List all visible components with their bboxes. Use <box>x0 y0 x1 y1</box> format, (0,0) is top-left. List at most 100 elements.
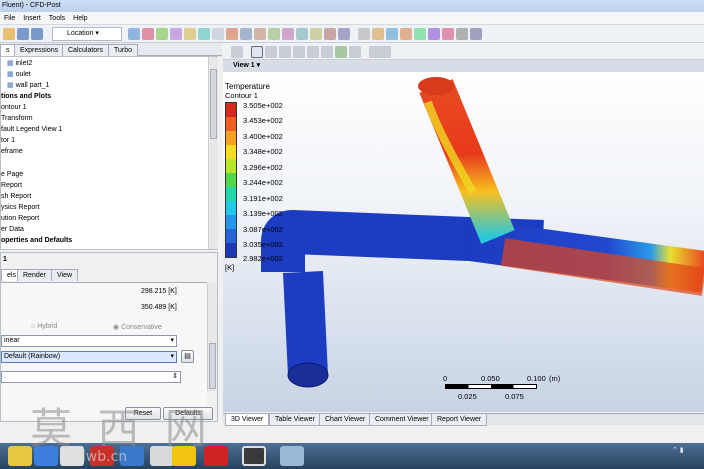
details-scrollbar[interactable] <box>207 283 217 391</box>
legend-label: 3.244e+002 <box>243 178 283 187</box>
cfd-post-icon[interactable] <box>242 446 266 466</box>
tab-3d-viewer[interactable]: 3D Viewer <box>225 414 270 426</box>
redo-icon[interactable] <box>31 28 43 40</box>
tree-item-physics-report[interactable]: ysics Report <box>1 202 40 213</box>
tree-item-report[interactable]: Report <box>1 180 22 191</box>
legend-unit: [K] <box>225 263 235 272</box>
tree-item-wall-part[interactable]: ▦ wall part_1 <box>7 80 49 91</box>
location-button[interactable]: Location ▾ <box>52 27 122 41</box>
legend-label: 2.982e+002 <box>243 254 283 263</box>
vector-icon[interactable] <box>128 28 140 40</box>
details-scroll-thumb[interactable] <box>209 343 216 389</box>
tray-icons[interactable]: ⌃ ▮ <box>672 446 700 466</box>
coordinate-frame-icon[interactable] <box>240 28 252 40</box>
figure-icon[interactable] <box>338 28 350 40</box>
tree-item-contour[interactable]: ontour 1 <box>1 102 27 113</box>
quick-editor-icon[interactable] <box>386 28 398 40</box>
particle-track-icon[interactable] <box>170 28 182 40</box>
function-calculator-icon[interactable] <box>414 28 426 40</box>
contour-icon[interactable] <box>142 28 154 40</box>
probe-view-icon[interactable] <box>321 46 333 58</box>
location-label: Location <box>67 30 94 37</box>
menu-insert[interactable]: Insert <box>19 12 45 25</box>
tab-view[interactable]: View <box>51 269 79 281</box>
tab-expressions[interactable]: Expressions <box>14 44 65 56</box>
tree-item-inlet2[interactable]: ▦ inlet2 <box>7 58 32 69</box>
chevron-down-icon: ▾ <box>170 337 174 344</box>
pan-icon[interactable] <box>265 46 277 58</box>
fit-view-icon[interactable] <box>335 46 347 58</box>
tree-item-wireframe[interactable]: eframe <box>1 146 23 157</box>
tree-item-outlet[interactable]: ▦ oulet <box>7 69 31 80</box>
tree-item-vector[interactable]: tor 1 <box>1 135 15 146</box>
tab-calculators[interactable]: Calculators <box>62 44 110 56</box>
tree-item-solution-report[interactable]: ution Report <box>1 213 39 224</box>
eye-icon[interactable] <box>280 446 304 466</box>
3d-viewport[interactable]: Temperature Contour 1 3.505e+002 3.453e+… <box>223 72 704 412</box>
view-title-bar[interactable]: View 1 ▾ <box>223 60 704 72</box>
scale-unit: (m) <box>549 374 561 383</box>
rotate-icon[interactable] <box>251 46 263 58</box>
tree-group-properties[interactable]: operties and Defaults <box>1 235 72 246</box>
zoom-icon[interactable] <box>279 46 291 58</box>
menu-tools[interactable]: Tools <box>45 12 69 25</box>
legend-title: Temperature <box>225 82 270 91</box>
tree-item-mesh-report[interactable]: sh Report <box>1 191 31 202</box>
probe-icon[interactable] <box>400 28 412 40</box>
undo-icon[interactable] <box>17 28 29 40</box>
menu-file[interactable]: File <box>0 12 19 25</box>
color-map-editor-button[interactable]: ▤ <box>181 350 194 363</box>
tab-render[interactable]: Render <box>17 269 52 281</box>
viewer-toolbar <box>223 43 704 60</box>
legend-icon[interactable] <box>254 28 266 40</box>
tab-comment-viewer[interactable]: Comment Viewer <box>369 414 435 426</box>
taskbar-app-icon[interactable] <box>8 446 32 466</box>
tab-chart-viewer[interactable]: Chart Viewer <box>319 414 372 426</box>
color-legend[interactable]: Temperature Contour 1 3.505e+002 3.453e+… <box>225 82 295 272</box>
streamline-icon[interactable] <box>156 28 168 40</box>
open-icon[interactable] <box>3 28 15 40</box>
instance-transform-icon[interactable] <box>268 28 280 40</box>
tree-item-user-data[interactable]: er Data <box>1 224 24 235</box>
tab-report-viewer[interactable]: Report Viewer <box>431 414 488 426</box>
table-icon[interactable] <box>296 28 308 40</box>
clip-plane-icon[interactable] <box>212 28 224 40</box>
spinner-icon[interactable]: ⇕ <box>172 372 178 382</box>
tree-scroll-thumb[interactable] <box>210 69 217 139</box>
menu-help[interactable]: Help <box>69 12 91 25</box>
volume-rendering-icon[interactable] <box>184 28 196 40</box>
scene-icon[interactable] <box>349 46 361 58</box>
report-icon[interactable] <box>470 28 482 40</box>
expression-icon[interactable] <box>282 28 294 40</box>
tab-turbo[interactable]: Turbo <box>108 44 139 56</box>
chart-icon[interactable] <box>310 28 322 40</box>
legend-label: 3.348e+002 <box>243 147 283 156</box>
tree-item-title-page[interactable]: e Page <box>1 169 23 180</box>
legend-label: 3.505e+002 <box>243 101 283 110</box>
tree-scrollbar[interactable] <box>208 57 218 249</box>
edit-icon: ▤ <box>184 353 191 360</box>
comment-icon[interactable] <box>324 28 336 40</box>
radio-conservative[interactable]: ◉ Conservative <box>113 323 162 331</box>
radio-hybrid[interactable]: ○ Hybrid <box>31 323 57 330</box>
color-map-select[interactable]: Default (Rainbow) ▾ <box>1 351 177 363</box>
boundary-icon: ▦ <box>7 60 16 67</box>
tree-item-transform[interactable]: Transform <box>1 113 33 124</box>
timestep-icon[interactable] <box>358 28 370 40</box>
macro-calculator-icon[interactable] <box>428 28 440 40</box>
animation-icon[interactable] <box>372 28 384 40</box>
number-field[interactable]: . ⇕ <box>1 371 181 383</box>
text-icon[interactable] <box>198 28 210 40</box>
zoom-box-icon[interactable] <box>293 46 305 58</box>
zoom-to-fit-icon[interactable] <box>307 46 319 58</box>
case-comparison-icon[interactable] <box>456 28 468 40</box>
tab-table-viewer[interactable]: Table Viewer <box>269 414 321 426</box>
color-map-icon[interactable] <box>226 28 238 40</box>
main-toolbar: Location ▾ <box>0 25 704 43</box>
tree-group-user-locations[interactable]: tions and Plots <box>1 91 51 102</box>
scale-select[interactable]: inear ▾ <box>1 335 177 347</box>
mesh-calculator-icon[interactable] <box>442 28 454 40</box>
tree-item-legend[interactable]: fault Legend View 1 <box>1 124 62 135</box>
viewport-layout-icon[interactable] <box>379 46 391 58</box>
select-icon[interactable] <box>231 46 243 58</box>
